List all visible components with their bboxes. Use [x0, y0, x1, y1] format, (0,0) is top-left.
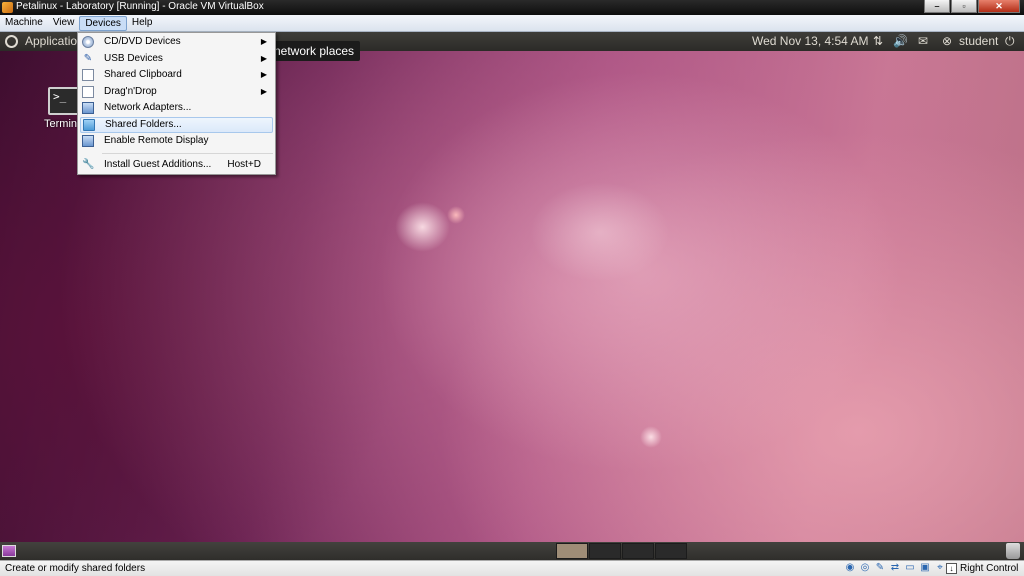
usb-icon[interactable]: ✎	[874, 562, 886, 574]
terminal-icon-label[interactable]: Terminal	[44, 118, 80, 130]
clipboard-icon	[82, 69, 94, 81]
menu-item-cd-dvd-devices[interactable]: CD/DVD Devices ▶	[78, 34, 275, 51]
remote-display-icon	[82, 135, 94, 147]
status-bar: Create or modify shared folders ◉ ◎ ✎ ⇄ …	[0, 560, 1024, 576]
window-title: Petalinux - Laboratory [Running] - Oracl…	[16, 1, 264, 12]
maximize-button[interactable]: ▫	[951, 0, 977, 13]
menu-item-shortcut: Host+D	[227, 158, 261, 170]
submenu-arrow-icon: ▶	[260, 53, 267, 63]
display-icon[interactable]: ▣	[919, 562, 931, 574]
minimize-button[interactable]: –	[924, 0, 950, 13]
close-button[interactable]: ✕	[978, 0, 1020, 13]
status-indicators: ◉ ◎ ✎ ⇄ ▭ ▣ ⌖	[844, 562, 946, 574]
submenu-arrow-icon: ▶	[260, 70, 267, 79]
close-circle-icon[interactable]: ⊗	[942, 34, 952, 48]
menu-separator	[102, 152, 273, 154]
workspace-4[interactable]	[655, 543, 687, 559]
menu-devices[interactable]: Devices	[79, 16, 127, 31]
panel-user-name[interactable]: student	[959, 34, 998, 48]
volume-icon[interactable]: 🔊	[893, 34, 908, 48]
virtualbox-logo-icon	[2, 2, 13, 13]
menu-item-install-guest-additions[interactable]: 🔧 Install Guest Additions... Host+D	[78, 157, 275, 174]
window-title-bar[interactable]: Petalinux - Laboratory [Running] - Oracl…	[0, 0, 1024, 15]
guest-bottom-panel	[0, 542, 1024, 560]
panel-clock[interactable]: Wed Nov 13, 4:54 AM	[752, 34, 869, 48]
menu-item-label: Drag'n'Drop	[104, 85, 157, 97]
hard-disk-icon[interactable]: ◉	[844, 562, 856, 574]
trash-icon[interactable]	[1006, 543, 1020, 559]
wallpaper-bokeh	[447, 206, 465, 224]
terminal-icon[interactable]: >_	[48, 87, 80, 115]
network-icon[interactable]: ⇅	[873, 34, 883, 48]
wallpaper-bokeh	[640, 426, 662, 448]
drag-drop-icon	[82, 85, 94, 98]
menu-item-enable-remote-display[interactable]: Enable Remote Display	[78, 133, 275, 150]
wallpaper-bokeh	[395, 202, 450, 252]
menu-item-label: Shared Clipboard	[104, 69, 182, 80]
menu-item-label: USB Devices	[104, 52, 163, 64]
menu-item-shared-folders[interactable]: Shared Folders...	[80, 116, 273, 133]
menu-view[interactable]: View	[48, 15, 80, 31]
optical-drive-icon[interactable]: ◎	[859, 562, 871, 574]
status-text: Create or modify shared folders	[5, 563, 146, 574]
menu-machine[interactable]: Machine	[0, 15, 48, 31]
wallpaper-bokeh	[530, 182, 670, 282]
menu-item-network-adapters[interactable]: Network Adapters...	[78, 100, 275, 117]
guest-additions-icon: 🔧	[82, 158, 95, 170]
ubuntu-logo-icon[interactable]	[5, 35, 18, 48]
workspace-2[interactable]	[589, 543, 621, 559]
network-adapter-icon	[82, 102, 94, 114]
host-key-label: Right Control	[960, 563, 1019, 574]
menu-item-label: Network Adapters...	[104, 102, 192, 113]
menu-bar: Machine View Devices Help	[0, 15, 1024, 32]
menu-help[interactable]: Help	[127, 15, 158, 31]
submenu-arrow-icon: ▶	[260, 86, 267, 96]
menu-item-label: Enable Remote Display	[104, 135, 209, 146]
host-key-icon: ↓	[946, 563, 957, 574]
menu-item-usb-devices[interactable]: ✎ USB Devices ▶	[78, 51, 275, 68]
menu-item-drag-n-drop[interactable]: Drag'n'Drop ▶	[78, 84, 275, 101]
shared-folder-icon	[83, 118, 95, 131]
shared-folder-icon[interactable]: ▭	[904, 562, 916, 574]
submenu-arrow-icon: ▶	[260, 37, 267, 46]
devices-dropdown-menu: CD/DVD Devices ▶ ✎ USB Devices ▶ Shared …	[77, 32, 276, 175]
network-icon[interactable]: ⇄	[889, 562, 901, 574]
usb-icon: ✎	[83, 52, 93, 64]
show-desktop-icon[interactable]	[2, 545, 16, 557]
mail-icon[interactable]: ✉	[918, 34, 928, 48]
window-controls: – ▫ ✕	[924, 0, 1020, 15]
mouse-integration-icon[interactable]: ⌖	[934, 562, 946, 574]
menu-item-label: Install Guest Additions...	[104, 158, 212, 170]
workspace-3[interactable]	[622, 543, 654, 559]
power-icon[interactable]: ⏻	[1005, 34, 1015, 48]
menu-item-shared-clipboard[interactable]: Shared Clipboard ▶	[78, 67, 275, 84]
menu-item-label: Shared Folders...	[105, 118, 182, 130]
workspace-1[interactable]	[556, 543, 588, 559]
cd-icon	[82, 36, 94, 48]
workspace-switcher	[556, 543, 687, 559]
menu-item-label: CD/DVD Devices	[104, 36, 181, 47]
tooltip-network-places: network places	[268, 41, 361, 61]
